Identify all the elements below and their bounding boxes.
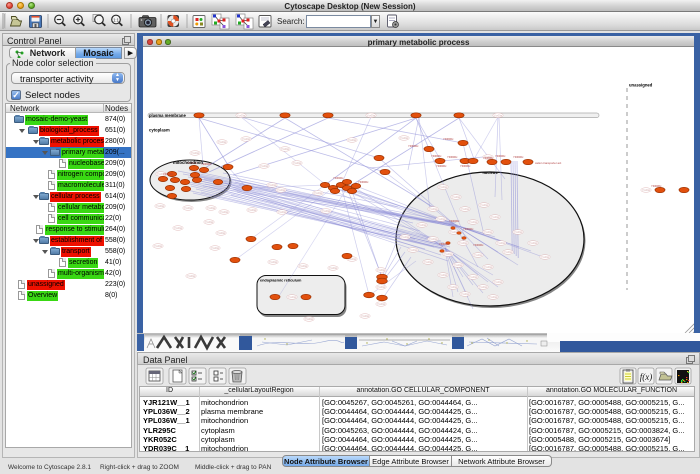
svg-text:Yxx00w: Yxx00w <box>424 262 432 264</box>
svg-text:Yxx00w: Yxx00w <box>409 250 417 252</box>
svg-text:Yxx00w: Yxx00w <box>348 259 356 261</box>
svg-text:Yxx00w: Yxx00w <box>187 276 195 278</box>
svg-text:Yxx00w: Yxx00w <box>504 252 512 254</box>
svg-text:cation transporter act: cation transporter act <box>535 161 561 165</box>
svg-text:Yxx00w: Yxx00w <box>277 190 285 192</box>
svg-text:Yxx00w: Yxx00w <box>220 212 228 214</box>
svg-text:Yxx00w: Yxx00w <box>459 243 467 245</box>
svg-text:Yxx00w: Yxx00w <box>156 206 164 208</box>
svg-text:Yxx00w: Yxx00w <box>211 248 219 250</box>
svg-text:Yxx00w: Yxx00w <box>329 268 337 270</box>
svg-text:Yxx00w: Yxx00w <box>541 257 549 259</box>
svg-text:Yxx00w: Yxx00w <box>305 319 313 321</box>
svg-text:Yxx00w: Yxx00w <box>429 209 437 211</box>
svg-text:YDR00c: YDR00c <box>513 155 524 159</box>
svg-text:YDR00c: YDR00c <box>460 164 471 168</box>
svg-text:Yxx00w: Yxx00w <box>449 287 457 289</box>
svg-text:Yxx00w: Yxx00w <box>400 138 408 140</box>
svg-text:Yxx00w: Yxx00w <box>377 304 385 306</box>
svg-text:f(x): f(x) <box>640 372 653 382</box>
svg-text:YDR00c: YDR00c <box>408 144 419 148</box>
svg-text:YDR00c: YDR00c <box>495 154 506 158</box>
svg-text:Yxx00w: Yxx00w <box>154 246 162 248</box>
svg-text:Yxx00w: Yxx00w <box>461 209 469 211</box>
svg-text:Yxx00w: Yxx00w <box>248 210 256 212</box>
svg-text:endoplasmic reticulum: endoplasmic reticulum <box>260 279 302 283</box>
svg-text:Yxx00w: Yxx00w <box>207 208 215 210</box>
svg-text:Yxx00w: Yxx00w <box>497 243 505 245</box>
svg-text:Yxx00w: Yxx00w <box>452 197 460 199</box>
svg-text:YDR00c: YDR00c <box>358 180 369 184</box>
svg-text:nucleus: nucleus <box>482 170 498 175</box>
svg-text:Yxx00w: Yxx00w <box>367 115 375 117</box>
svg-text:Yxx00w: Yxx00w <box>474 255 482 257</box>
svg-text:YDR00c: YDR00c <box>333 176 344 180</box>
svg-text:YDR00c: YDR00c <box>163 172 174 176</box>
svg-text:Yxx00w: Yxx00w <box>439 275 447 277</box>
svg-text:Yxx00w: Yxx00w <box>288 297 296 299</box>
svg-text:unassigned: unassigned <box>629 83 653 88</box>
svg-text:Yxx00w: Yxx00w <box>348 140 356 142</box>
svg-text:mitochondrion: mitochondrion <box>173 160 203 165</box>
svg-text:Yxx00w: Yxx00w <box>461 294 469 296</box>
svg-text:Yxx00w: Yxx00w <box>174 228 182 230</box>
svg-text:Yxx00w: Yxx00w <box>269 262 277 264</box>
svg-text:Yxx00w: Yxx00w <box>377 287 385 289</box>
svg-text:Yxx00w: Yxx00w <box>361 316 369 318</box>
svg-text:Yxx00w: Yxx00w <box>191 153 199 155</box>
svg-text:Yxx00w: Yxx00w <box>469 277 477 279</box>
svg-text:YDR00c: YDR00c <box>447 155 458 159</box>
svg-text:Yxx00w: Yxx00w <box>242 139 250 141</box>
svg-text:Yxx00w: Yxx00w <box>418 225 426 227</box>
svg-text:Yxx00w: Yxx00w <box>484 232 492 234</box>
svg-text:Yxx00w: Yxx00w <box>489 297 497 299</box>
svg-text:plasma membrane: plasma membrane <box>149 113 186 118</box>
svg-text:Yxx00w: Yxx00w <box>494 282 502 284</box>
svg-text:YDR00c: YDR00c <box>449 219 460 223</box>
svg-text:Yxx00w: Yxx00w <box>278 212 286 214</box>
svg-text:YDR00c: YDR00c <box>473 243 484 247</box>
svg-text:Yxx00w: Yxx00w <box>205 222 213 224</box>
svg-text:YDR00c: YDR00c <box>439 242 450 246</box>
svg-text:YDR00c: YDR00c <box>436 164 447 168</box>
svg-text:Yxx00w: Yxx00w <box>454 265 462 267</box>
svg-text:YDR00c: YDR00c <box>443 137 454 141</box>
svg-text:Yxx00w: Yxx00w <box>268 185 276 187</box>
svg-text:YDR00c: YDR00c <box>431 154 442 158</box>
svg-text:cytoplasm: cytoplasm <box>149 128 170 133</box>
svg-text:Yxx00w: Yxx00w <box>260 166 268 168</box>
svg-text:YDR00c: YDR00c <box>463 227 474 231</box>
svg-text:Yxx00w: Yxx00w <box>217 233 225 235</box>
svg-text:Yxx00w: Yxx00w <box>184 208 192 210</box>
svg-text:Yxx00w: Yxx00w <box>322 211 330 213</box>
svg-text:Yxx00w: Yxx00w <box>514 232 522 234</box>
svg-text:Yxx00w: Yxx00w <box>218 142 226 144</box>
svg-text:Yxx00w: Yxx00w <box>437 219 445 221</box>
svg-text:Yxx00w: Yxx00w <box>491 217 499 219</box>
svg-text:Yxx00w: Yxx00w <box>429 239 437 241</box>
svg-text:Yxx00w: Yxx00w <box>484 267 492 269</box>
svg-text:Yxx00w: Yxx00w <box>299 266 307 268</box>
svg-text:Yxx00w: Yxx00w <box>293 163 301 165</box>
svg-text:Yxx00w: Yxx00w <box>444 254 452 256</box>
svg-text:1:1: 1:1 <box>113 17 119 22</box>
svg-text:Yxx00w: Yxx00w <box>281 149 289 151</box>
svg-text:Yxx00w: Yxx00w <box>469 222 477 224</box>
svg-text:Yxx00w: Yxx00w <box>642 190 650 192</box>
svg-text:Yxx00w: Yxx00w <box>401 237 409 239</box>
svg-text:Yxx00w: Yxx00w <box>494 115 502 117</box>
svg-text:Yxx00w: Yxx00w <box>529 243 537 245</box>
svg-text:Yxx00w: Yxx00w <box>439 187 447 189</box>
svg-text:YDR00c: YDR00c <box>651 184 662 188</box>
svg-text:Yxx00w: Yxx00w <box>237 115 245 117</box>
svg-text:Yxx00w: Yxx00w <box>314 193 322 195</box>
svg-text:Yxx00w: Yxx00w <box>377 270 385 272</box>
svg-text:Yxx00w: Yxx00w <box>479 287 487 289</box>
svg-text:YDR00c: YDR00c <box>483 156 494 160</box>
svg-text:Yxx00w: Yxx00w <box>480 205 488 207</box>
